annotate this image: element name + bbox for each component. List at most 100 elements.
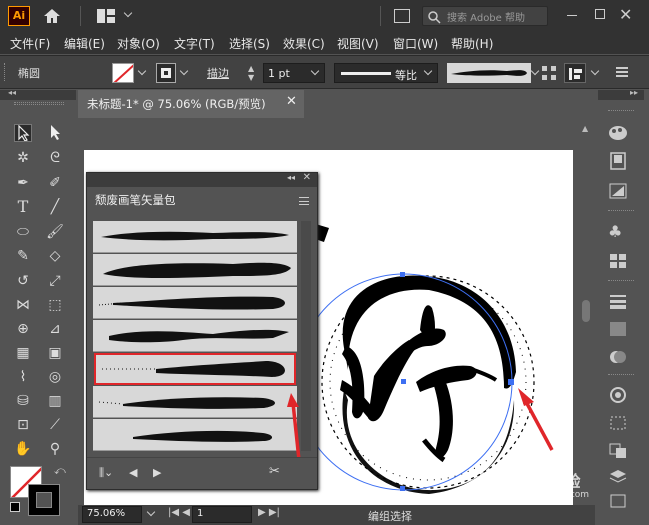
chevron-down-icon[interactable] [179, 66, 189, 76]
brush-library-menu-icon[interactable]: ⫼⌄ [99, 466, 113, 480]
close-tab-icon[interactable]: ✕ [286, 94, 297, 109]
status-mode: 编组选择 [368, 510, 412, 523]
panel-options-icon[interactable] [299, 197, 309, 205]
close-panel-icon[interactable]: ✕ [303, 172, 311, 183]
mesh-tool-icon[interactable]: ▦ [14, 344, 32, 362]
shaper-tool-icon[interactable]: ✎ [14, 247, 32, 265]
symbols-icon[interactable]: ♣ [608, 222, 628, 241]
selection-tool-icon[interactable] [14, 124, 32, 142]
menu-object[interactable]: 对象(O) [117, 35, 160, 52]
ellipse-tool-icon[interactable]: ⬭ [14, 223, 32, 241]
graphic-styles-icon[interactable] [608, 252, 628, 270]
line-tool-icon[interactable]: ╱ [46, 198, 64, 216]
curvature-tool-icon[interactable]: ✐ [46, 174, 64, 192]
menu-edit[interactable]: 编辑(E) [64, 35, 105, 52]
width-tool-icon[interactable]: ⋈ [14, 296, 32, 314]
menu-file[interactable]: 文件(F) [10, 35, 50, 52]
transparency-icon[interactable] [608, 348, 628, 366]
swap-colors-icon[interactable]: ⤺ [54, 464, 66, 478]
appearance-icon[interactable] [608, 386, 628, 404]
home-icon[interactable] [42, 7, 62, 25]
menu-type[interactable]: 文字(T) [174, 35, 215, 52]
stroke-stepper-icon[interactable]: ▲ ▼ [248, 64, 258, 82]
rotate-tool-icon[interactable]: ↺ [14, 272, 32, 290]
brush-item[interactable] [93, 254, 297, 286]
pen-tool-icon[interactable]: ✒ [14, 174, 32, 192]
align-icon[interactable] [564, 63, 586, 83]
brush-item[interactable] [93, 221, 297, 253]
gradient-tool-icon[interactable]: ▣ [46, 344, 64, 362]
maximize-icon[interactable] [595, 9, 605, 19]
variable-width-profile[interactable]: 等比 [334, 63, 438, 83]
transform-icon[interactable] [608, 414, 628, 432]
minimize-icon[interactable] [567, 15, 577, 16]
tools-panel: ◂◂ ✲ ᘓ ✒ ✐ T ╱ ⬭ 🖌 ✎ ◇ ↺ ⤢ ⋈ ⬚ ⊕ ⊿ ▦ ▣ ⌇… [0, 88, 76, 520]
eraser-tool-icon[interactable]: ◇ [46, 247, 64, 265]
panel-menu-icon[interactable] [616, 67, 628, 77]
zoom-field[interactable]: 75.06% [82, 506, 142, 523]
eyedropper-icon[interactable]: ⌇ [14, 368, 32, 386]
graph-tool-icon[interactable]: ▥ [46, 392, 64, 410]
artboards-icon[interactable] [608, 492, 628, 510]
brush-item-selected[interactable] [94, 353, 296, 385]
menu-effect[interactable]: 效果(C) [283, 35, 325, 52]
swatches-icon[interactable] [608, 152, 628, 170]
fill-swatch[interactable] [112, 63, 134, 83]
gradient-swatch-icon[interactable] [608, 320, 628, 338]
next-library-icon[interactable]: ▶ [153, 466, 161, 479]
close-window-icon[interactable]: ✕ [619, 5, 637, 24]
shape-builder-icon[interactable]: ⊕ [14, 320, 32, 338]
next-artboard-icon[interactable]: ▶ ▶| [258, 507, 280, 518]
chevron-down-icon[interactable] [123, 8, 133, 18]
stroke-swatch[interactable] [156, 63, 176, 83]
control-bar: 椭圆 描边 ▲ ▼ 1 pt 等比 [0, 55, 649, 89]
zoom-tool-icon[interactable]: ⚲ [46, 440, 64, 458]
perspective-grid-icon[interactable]: ⊿ [46, 320, 64, 338]
search-box[interactable]: 搜索 Adobe 帮助 [422, 6, 548, 26]
chevron-down-icon[interactable] [590, 66, 600, 76]
paintbrush-tool-icon[interactable]: 🖌 [46, 223, 64, 241]
brush-item[interactable] [93, 287, 297, 319]
color-guide-icon[interactable] [608, 124, 628, 142]
artboard-number-field[interactable]: 1 [192, 506, 252, 523]
chevron-down-icon[interactable] [137, 66, 147, 76]
remove-brush-stroke-icon[interactable]: ✂ [269, 464, 280, 479]
brush-item[interactable] [93, 419, 297, 451]
vertical-scrollbar[interactable]: ▲ [578, 118, 594, 506]
default-colors-icon[interactable] [10, 502, 20, 512]
previous-library-icon[interactable]: ◀ [129, 466, 137, 479]
chevron-down-icon[interactable] [146, 507, 156, 517]
hand-tool-icon[interactable]: ✋ [14, 440, 32, 458]
layers-icon[interactable] [608, 468, 628, 486]
document-tab[interactable]: 未标题-1* @ 75.06% (RGB/预览) ✕ [78, 90, 304, 118]
brush-definition-preview[interactable] [447, 63, 531, 83]
collapse-panel-icon[interactable]: ◂◂ [287, 173, 295, 182]
stroke-label[interactable]: 描边 [207, 65, 229, 81]
scale-tool-icon[interactable]: ⤢ [46, 272, 64, 290]
magic-wand-icon[interactable]: ✲ [14, 149, 32, 167]
menu-select[interactable]: 选择(S) [229, 35, 270, 52]
gradient-panel-icon[interactable] [608, 182, 628, 200]
brush-library-panel[interactable]: ◂◂ ✕ 颓废画笔矢量包 ⫼⌄ ◀ ▶ ✂ [86, 172, 318, 490]
workspace-icon[interactable] [394, 9, 410, 23]
free-transform-icon[interactable]: ⬚ [46, 296, 64, 314]
direct-selection-tool-icon[interactable] [46, 124, 64, 142]
artboard-tool-icon[interactable]: ⊡ [14, 416, 32, 434]
brush-options-icon[interactable] [541, 65, 557, 81]
brush-item[interactable] [93, 386, 297, 418]
lasso-icon[interactable]: ᘓ [46, 149, 64, 167]
type-tool-icon[interactable]: T [14, 198, 32, 216]
first-artboard-icon[interactable]: |◀ ◀ [168, 507, 190, 518]
arrange-documents-icon[interactable] [97, 9, 119, 23]
menu-window[interactable]: 窗口(W) [393, 35, 438, 52]
pathfinder-icon[interactable] [608, 442, 628, 460]
slice-tool-icon[interactable]: ⟋ [46, 416, 64, 434]
menu-help[interactable]: 帮助(H) [451, 35, 493, 52]
symbol-sprayer-icon[interactable]: ⛁ [14, 392, 32, 410]
stroke-panel-icon[interactable] [608, 292, 628, 310]
blend-tool-icon[interactable]: ◎ [46, 368, 64, 386]
stroke-weight-field[interactable]: 1 pt [263, 63, 325, 83]
stroke-color-swatch[interactable] [28, 484, 60, 516]
brush-item[interactable] [93, 320, 297, 352]
menu-view[interactable]: 视图(V) [337, 35, 379, 52]
